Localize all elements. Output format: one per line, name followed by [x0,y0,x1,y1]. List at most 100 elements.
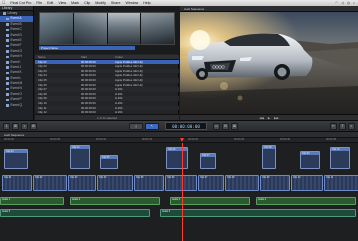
audio-clip-label: Audio 1 [2,198,11,201]
connected-clip[interactable]: Clip 07 [200,153,216,169]
connected-clip[interactable]: Clip 05 [100,155,118,169]
import-button[interactable]: ⇩ [3,122,10,130]
primary-clip[interactable]: Clip 11 [324,175,358,191]
menu-item-edit[interactable]: Edit [47,1,53,5]
column-header-start[interactable]: Start [81,55,115,59]
primary-clip[interactable]: Clip 05 [134,175,164,191]
ruler-tick-label: 00:00:00 [4,138,15,141]
ruler-tick-label: 00:00:35 [326,138,337,141]
viewer-frame[interactable] [180,12,358,114]
audio-clip-label: Audio 6 [162,210,171,213]
menu-item-mark[interactable]: Mark [71,1,79,5]
connected-clip[interactable]: Clip 09 [300,151,320,169]
clip-filmstrip[interactable]: Project Name [35,6,179,54]
connected-clip-label: Clip 07 [202,154,210,157]
connected-clip[interactable]: Clip 04 [70,145,90,169]
filmstrip-frames[interactable] [39,12,175,45]
play-button[interactable]: ▶ [268,116,270,120]
menu-item-modify[interactable]: Modify [95,1,106,5]
audio-clip[interactable]: Audio 5 [0,209,150,217]
snapping-button[interactable]: ⊟ [222,122,229,130]
primary-clip[interactable]: Clip 06 [165,175,197,191]
menu-item-view[interactable]: View [58,1,66,5]
audio-clip[interactable]: Audio 2 [70,197,160,205]
event-star-icon [6,104,9,107]
primary-clip[interactable]: Clip 08 [225,175,259,191]
menu-item-share[interactable]: Share [111,1,121,5]
viewer-title: Audi Sequence [184,6,205,11]
menu-item-window[interactable]: Window [125,1,138,5]
edit-connect-button[interactable]: ⤓ [129,122,143,130]
column-header-name[interactable]: Name [35,55,81,59]
primary-clip[interactable]: Clip 04 [97,175,133,191]
timecode-display[interactable]: 00:00:00:00 [165,122,207,130]
clock-icon[interactable]: ◷ [347,1,350,5]
connected-clip-label: Clip 06 [168,148,176,151]
ruler-tick-label: 00:00:30 [280,138,291,141]
audio-clip[interactable]: Audio 1 [0,197,64,205]
audio-clip[interactable]: Audio 4 [256,197,356,205]
viewer-pane: Audi Sequence ◀◀ ▶ ▶▶ [180,6,358,120]
event-star-icon [6,39,9,42]
filmstrip-frame[interactable] [73,13,108,44]
primary-clip-label: Clip 09 [262,176,270,179]
connected-clip-label: Clip 03 [6,150,14,153]
connected-clip[interactable]: Clip 03 [4,149,28,169]
event-star-icon [6,66,9,69]
ruler-tick-label: 00:00:20 [188,138,199,141]
event-star-icon [6,60,9,64]
wifi-icon[interactable]: ◠ [335,1,338,5]
timeline[interactable]: Clip 03 Clip 04 Clip 05 Clip 06 Clip 07 Clip … [0,143,358,241]
primary-clip[interactable]: Clip 09 [260,175,290,191]
browser-toggle-button[interactable]: ⊞ [12,122,19,130]
filmstrip-frame[interactable] [40,13,74,44]
connected-clip-label: Clip 05 [102,156,110,159]
settings-button[interactable]: ⚙ [30,122,37,130]
filmstrip-frame[interactable] [141,13,174,44]
connected-clip[interactable]: Clip 08 [262,145,276,169]
event-star-icon [6,50,9,53]
volume-icon[interactable]: ◁ [341,1,344,5]
ruler-tick-label: 00:00:05 [50,138,61,141]
blade-tool-button[interactable]: ✂ [330,122,337,130]
playhead-handle[interactable] [180,138,184,142]
rewind-button[interactable]: ◀◀ [259,116,264,120]
event-star-icon [6,44,9,48]
event-star-icon [6,87,9,91]
menu-item-final-cut-pro[interactable]: Final Cut Pro [10,1,31,5]
spotlight-icon[interactable]: ⌕ [353,1,355,5]
filmstrip-frame[interactable] [107,13,142,44]
connected-clip-label: Clip 04 [72,146,80,149]
select-tool-button[interactable]: ↖ [145,122,159,130]
arrow-icon: ↖ [150,124,154,128]
primary-clip[interactable]: Clip 02 [33,175,67,191]
menu-item-help[interactable]: Help [143,1,150,5]
titles-button[interactable]: T [339,122,346,130]
primary-clip-label: Clip 08 [227,176,235,179]
primary-clip[interactable]: Clip 07 [198,175,224,191]
sidebar-item[interactable]: Event Q [0,103,33,108]
clip-list: Name Start Codec Clip 01 00:00:00:00 Apple… [35,55,179,115]
event-star-icon [6,23,9,26]
primary-clip[interactable]: Clip 10 [291,175,323,191]
column-header-codec[interactable]: Codec [115,55,179,59]
connected-clip[interactable]: Clip 10 [330,147,350,169]
primary-clip-label: Clip 01 [4,176,12,179]
playhead[interactable] [182,143,183,241]
connected-clip[interactable]: Clip 06 [166,147,188,169]
effects-button[interactable]: ◐ [348,122,355,130]
primary-clip[interactable]: Clip 03 [68,175,96,191]
ruler-tick-label: 00:00:25 [234,138,245,141]
menu-item-file[interactable]: File [36,1,42,5]
audio-clip-label: Audio 4 [258,198,267,201]
skimming-button[interactable]: ⊠ [231,122,238,130]
primary-clip[interactable]: Clip 01 [2,175,32,191]
audio-clip[interactable]: Audio 6 [160,209,356,217]
main-toolbar: ⇩ ⊞ ♪ ⚙ ⤓ ↖ 00:00:00:00 ▭ ⊟ ⊠ ✂ T ◐ [0,120,358,132]
libraries-sidebar: Library Library Event A Event B Event C Even… [0,6,34,120]
clip-appearance-button[interactable]: ▭ [213,122,220,130]
menu-item-clip[interactable]: Clip [84,1,90,5]
audio-button[interactable]: ♪ [21,122,28,130]
filmstrip-clip-label: Project Name [39,46,135,50]
fast-forward-button[interactable]: ▶▶ [274,116,279,120]
